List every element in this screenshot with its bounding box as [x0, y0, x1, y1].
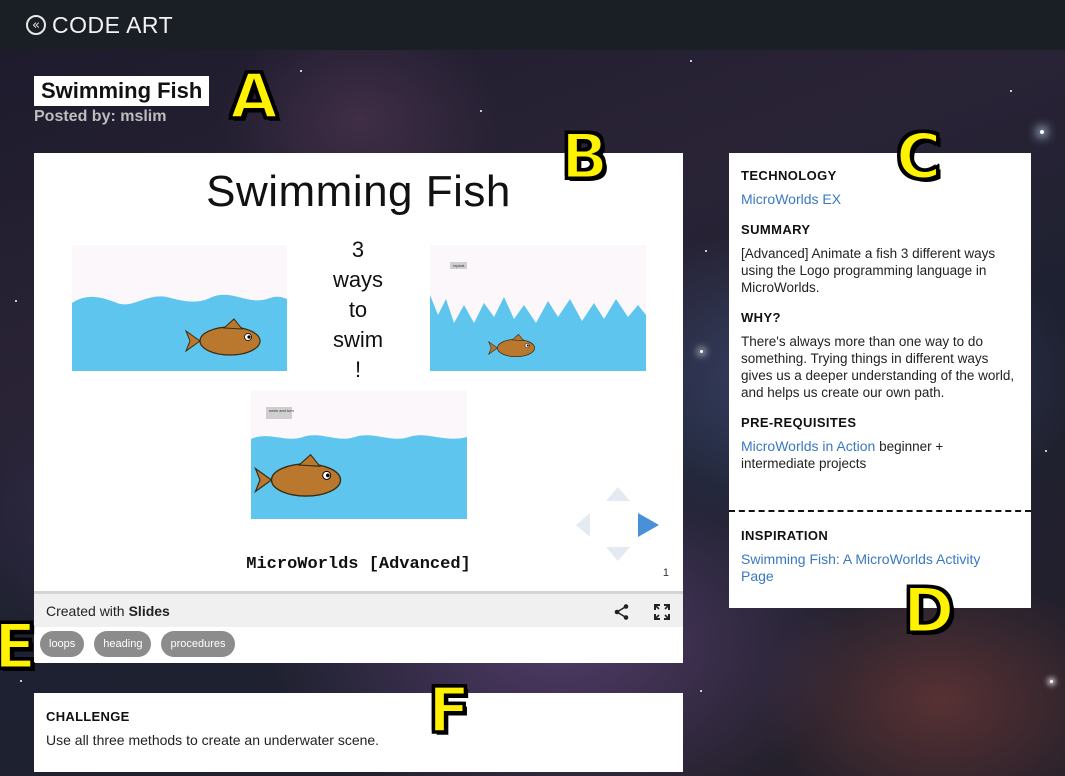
slide-subtitle: 3 ways to swim !: [318, 235, 398, 385]
prerequisites-heading: PRE-REQUISITES: [741, 415, 857, 430]
inspiration-link[interactable]: Swimming Fish: A MicroWorlds Activity Pa…: [741, 551, 1011, 585]
created-with-label: Created with: [46, 602, 125, 619]
why-text: There's always more than one way to do s…: [741, 334, 1015, 400]
posted-by: Posted by: mslim: [34, 108, 167, 125]
inspiration-heading: INSPIRATION: [741, 528, 829, 543]
callout-f: F: [426, 674, 471, 747]
technology-heading: TECHNOLOGY: [741, 168, 837, 183]
slides-brand-link[interactable]: Slides: [129, 603, 170, 619]
callout-e: E: [0, 610, 38, 683]
scene-image-3: swim and turn: [251, 391, 467, 519]
nav-right-arrow-icon[interactable]: [638, 513, 659, 537]
scene-image-1: [72, 245, 287, 371]
tag-heading[interactable]: heading: [94, 631, 152, 657]
subtitle-line: !: [354, 357, 362, 382]
fullscreen-icon[interactable]: [653, 603, 671, 624]
home-link[interactable]: « CODE ART: [26, 12, 173, 39]
slide-page-number: 1: [662, 567, 669, 579]
slide-canvas: Swimming Fish 3 ways to swim ! repeat sw…: [34, 153, 683, 591]
slides-footer-bar: Created with Slides: [34, 591, 683, 627]
top-navigation-bar: « CODE ART: [0, 0, 1065, 50]
summary-heading: SUMMARY: [741, 222, 811, 237]
challenge-panel: CHALLENGE Use all three methods to creat…: [34, 693, 683, 772]
subtitle-line: to: [348, 297, 368, 322]
tag-loops[interactable]: loops: [40, 631, 85, 657]
tag-procedures[interactable]: procedures: [161, 631, 235, 657]
nav-left-arrow-icon[interactable]: [576, 513, 590, 537]
challenge-text: Use all three methods to create an under…: [46, 732, 380, 748]
page-title: Swimming Fish: [34, 76, 210, 106]
double-chevron-left-icon: «: [26, 15, 46, 35]
callout-b: B: [559, 120, 609, 193]
nav-up-arrow-icon[interactable]: [606, 487, 630, 501]
slide-footer-label: MicroWorlds [Advanced]: [246, 555, 471, 574]
logo-text: CODE ART: [52, 11, 174, 38]
tag-list: loops heading procedures: [40, 631, 235, 657]
scene-image-2: repeat: [430, 245, 646, 371]
scene-button-label: repeat: [450, 262, 468, 269]
why-heading: WHY?: [741, 310, 781, 325]
summary-text: [Advanced] Animate a fish 3 different wa…: [741, 246, 996, 295]
callout-d: D: [901, 574, 955, 647]
challenge-heading: CHALLENGE: [46, 709, 130, 724]
subtitle-line: swim: [332, 327, 384, 352]
callout-c: C: [895, 120, 943, 193]
subtitle-line: 3: [351, 237, 365, 262]
slides-embed: Swimming Fish 3 ways to swim ! repeat sw…: [34, 153, 683, 663]
prerequisites-link[interactable]: MicroWorlds in Action: [741, 438, 875, 454]
share-icon[interactable]: [613, 603, 631, 624]
callout-a: A: [229, 60, 280, 133]
technology-link[interactable]: MicroWorlds EX: [741, 191, 1019, 208]
scene-button-label: swim and turn: [266, 407, 294, 419]
project-info-panel: TECHNOLOGY MicroWorlds EX SUMMARY [Advan…: [729, 153, 1031, 608]
subtitle-line: ways: [332, 267, 384, 292]
prerequisites-text: MicroWorlds in Action beginner + interme…: [741, 438, 1019, 472]
divider: [729, 510, 1031, 512]
nav-down-arrow-icon[interactable]: [606, 547, 630, 561]
